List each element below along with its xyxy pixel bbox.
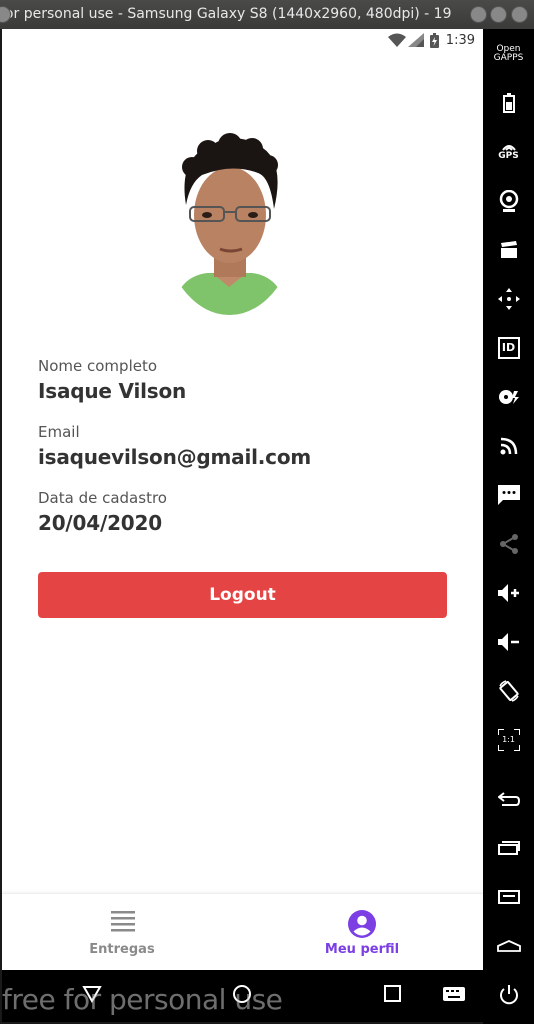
full-name-label: Nome completo <box>38 357 158 375</box>
volume-up-icon <box>497 583 519 602</box>
title-bar: for personal use - Samsung Galaxy S8 (14… <box>0 0 534 29</box>
device-id-button[interactable]: ID <box>483 323 534 372</box>
rss-icon <box>500 437 517 454</box>
menu-icon <box>497 889 520 904</box>
close-button[interactable] <box>511 6 528 23</box>
menu-button[interactable] <box>483 872 534 921</box>
overview-icon <box>497 840 520 855</box>
back-arrow-icon <box>497 791 520 806</box>
message-icon <box>497 484 520 505</box>
webcam-icon <box>499 189 518 212</box>
tab-entregas-label: Entregas <box>89 942 155 957</box>
volume-down-icon <box>497 632 519 651</box>
account-circle-icon <box>348 910 376 938</box>
battery-button[interactable] <box>483 78 534 127</box>
volume-down-button[interactable] <box>483 617 534 666</box>
dpad-icon <box>497 287 520 310</box>
rotate-icon <box>498 679 519 702</box>
power-button[interactable] <box>483 970 534 1019</box>
scale-button[interactable]: 1:1 <box>483 715 534 764</box>
bottom-tab-bar: Entregas Meu perfil <box>2 893 483 970</box>
logout-button[interactable]: Logout <box>38 572 447 618</box>
full-name-value: Isaque Vilson <box>38 379 187 403</box>
home-button[interactable] <box>483 921 534 970</box>
sms-button[interactable] <box>483 470 534 519</box>
gps-button[interactable]: GPS <box>483 127 534 176</box>
email-label: Email <box>38 423 80 441</box>
home-icon <box>496 939 521 952</box>
id-icon: ID <box>497 336 520 359</box>
list-icon <box>111 911 135 932</box>
camera-button[interactable] <box>483 176 534 225</box>
tab-meu-perfil-label: Meu perfil <box>324 942 400 957</box>
battery-icon <box>502 92 515 113</box>
battery-charging-icon <box>430 33 439 48</box>
registration-date-value: 20/04/2020 <box>38 511 162 535</box>
media-button[interactable] <box>483 225 534 274</box>
tab-entregas[interactable]: Entregas <box>2 894 242 970</box>
maximize-button[interactable] <box>490 6 507 23</box>
cell-signal-icon <box>408 33 424 47</box>
back-button[interactable] <box>483 774 534 823</box>
power-icon <box>499 984 518 1004</box>
nav-recent-apps-icon[interactable] <box>384 985 401 1002</box>
gps-signal-icon <box>501 144 516 151</box>
opengapps-label: Open GAPPS <box>493 43 524 63</box>
emulator-window: for personal use - Samsung Galaxy S8 (14… <box>0 0 534 1024</box>
email-value: isaquevilson@gmail.com <box>38 445 312 469</box>
rotate-button[interactable] <box>483 666 534 715</box>
dpad-button[interactable] <box>483 274 534 323</box>
status-bar: 1:39 <box>2 29 483 53</box>
minimize-button[interactable] <box>470 6 487 23</box>
emulator-toolbar: Open GAPPS GPS ID 1:1 <box>483 29 534 1024</box>
nav-back-icon[interactable] <box>82 985 102 1003</box>
rss-button[interactable] <box>483 421 534 470</box>
android-nav-bar <box>2 970 483 1022</box>
volume-up-button[interactable] <box>483 568 534 617</box>
keyboard-icon[interactable] <box>443 987 465 1001</box>
status-time: 1:39 <box>445 33 475 48</box>
registration-date-label: Data de cadastro <box>38 489 167 507</box>
gps-label: GPS <box>498 150 519 161</box>
profile-avatar <box>162 127 297 315</box>
wifi-icon <box>388 33 406 47</box>
nav-home-icon[interactable] <box>232 984 252 1004</box>
phone-screen: 1:39 Nome completo Isaque Vilson Email i… <box>2 29 483 970</box>
share-icon <box>499 533 518 554</box>
disk-icon <box>498 389 519 404</box>
tab-meu-perfil[interactable]: Meu perfil <box>242 894 482 970</box>
share-button[interactable] <box>483 519 534 568</box>
scale-label: 1:1 <box>502 735 515 744</box>
opengapps-button[interactable]: Open GAPPS <box>483 29 534 78</box>
clapperboard-icon <box>500 240 517 258</box>
window-title: for personal use - Samsung Galaxy S8 (14… <box>0 6 452 22</box>
disk-button[interactable] <box>483 372 534 421</box>
recent-apps-button[interactable] <box>483 823 534 872</box>
